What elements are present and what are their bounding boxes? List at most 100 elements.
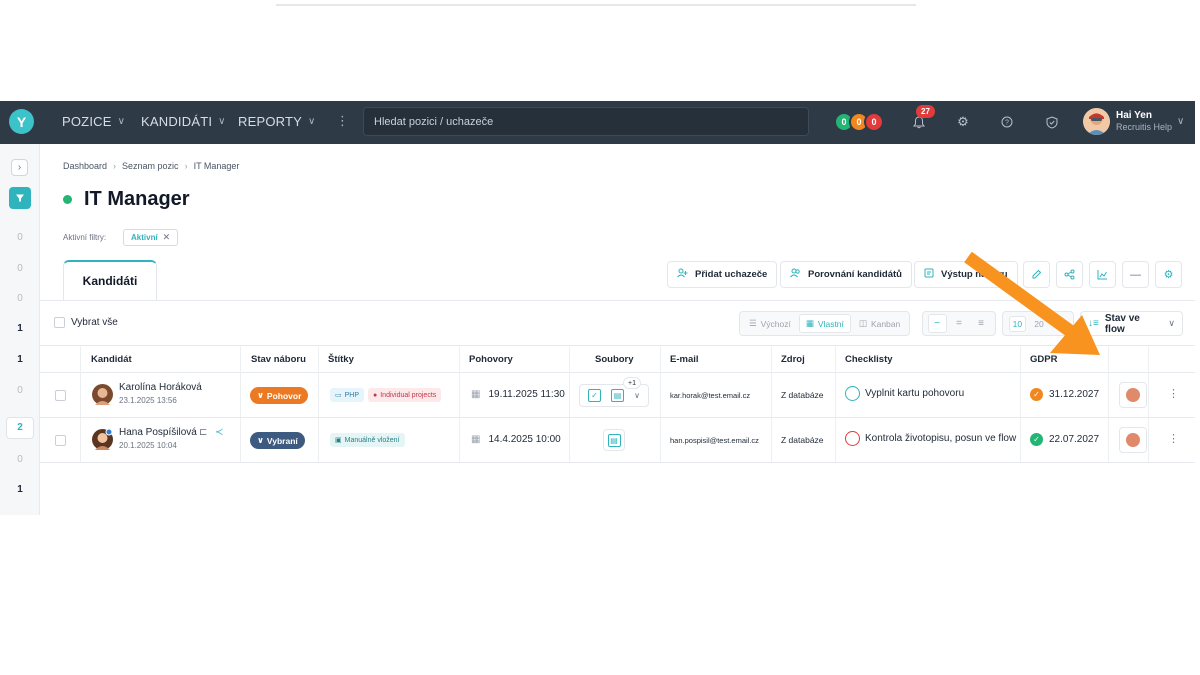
rail-count[interactable]: 1 bbox=[0, 484, 40, 495]
interview-date[interactable]: ▦ 19.11.2025 11:30 bbox=[471, 389, 565, 400]
close-icon[interactable]: ✕ bbox=[163, 232, 171, 243]
shield-icon[interactable] bbox=[1043, 113, 1061, 131]
file-icon[interactable]: ▤ bbox=[603, 429, 625, 451]
settings-gear-icon[interactable]: ⚙ bbox=[1155, 261, 1182, 288]
more-options-icon[interactable]: ⋮ bbox=[1168, 432, 1179, 445]
search-input[interactable] bbox=[363, 107, 809, 136]
row-checkbox[interactable] bbox=[55, 390, 66, 401]
email[interactable]: kar.horak@test.email.cz bbox=[670, 391, 750, 400]
tag[interactable]: ▭ PHP bbox=[330, 388, 365, 402]
user-role: Recruitis Help bbox=[1116, 122, 1173, 132]
breadcrumb-positions[interactable]: Seznam pozic bbox=[122, 161, 179, 171]
tag[interactable]: ● Individual projects bbox=[368, 388, 442, 402]
breadcrumb-dashboard[interactable]: Dashboard bbox=[63, 161, 107, 171]
checklist-circle-icon[interactable] bbox=[845, 431, 860, 446]
column-header[interactable]: Checklisty bbox=[845, 354, 893, 365]
status-badge[interactable]: ∨ Pohovor bbox=[250, 387, 309, 404]
user-name: Hai Yen bbox=[1116, 110, 1152, 121]
annotation-arrow-icon bbox=[964, 251, 1100, 355]
svg-text:?: ? bbox=[1005, 120, 1009, 127]
rail-count[interactable]: 1 bbox=[0, 323, 40, 334]
avatar[interactable] bbox=[92, 428, 113, 450]
gdpr[interactable]: ✓ 22.07.2027 bbox=[1030, 433, 1099, 446]
candidate-date: 23.1.2025 13:56 bbox=[119, 396, 177, 405]
gear-icon[interactable]: ⚙ bbox=[954, 113, 972, 131]
chevron-down-icon: ∨ bbox=[308, 116, 316, 127]
users-icon bbox=[790, 268, 801, 281]
gdpr[interactable]: ✓ 31.12.2027 bbox=[1030, 388, 1099, 401]
column-header[interactable]: Štítky bbox=[328, 354, 354, 365]
help-icon[interactable]: ? bbox=[998, 113, 1016, 131]
column-header[interactable]: Kandidát bbox=[91, 354, 132, 365]
rail-count[interactable]: 1 bbox=[0, 354, 40, 365]
interview-date[interactable]: ▦ 14.4.2025 10:00 bbox=[471, 434, 561, 445]
rail-count: 0 bbox=[17, 232, 23, 243]
view-kanban[interactable]: ◫ Kanban bbox=[853, 314, 906, 333]
filter-icon[interactable] bbox=[9, 187, 31, 209]
chevron-down-icon[interactable]: ∨ bbox=[1177, 116, 1184, 127]
source: Z databáze bbox=[781, 435, 824, 445]
density-compact-icon[interactable]: − bbox=[927, 314, 947, 333]
status-badge[interactable]: ∨ Vybraní bbox=[250, 432, 305, 449]
breadcrumb: Dashboard › Seznam pozic › IT Manager bbox=[63, 161, 239, 171]
column-header[interactable]: Pohovory bbox=[469, 354, 513, 365]
candidate-name[interactable]: Karolína Horáková bbox=[119, 382, 202, 393]
checklist-circle-icon[interactable] bbox=[845, 386, 860, 401]
column-header[interactable]: Zdroj bbox=[781, 354, 805, 365]
row-checkbox[interactable] bbox=[55, 435, 66, 446]
counters[interactable]: 0 0 0 bbox=[834, 112, 884, 132]
rail-count-active[interactable]: 2 bbox=[6, 417, 34, 439]
tag[interactable]: ▣ Manuálně vložení bbox=[330, 433, 405, 447]
file-check-icon[interactable]: ✓ bbox=[588, 389, 602, 402]
column-header[interactable]: Soubory bbox=[595, 354, 634, 365]
top-divider bbox=[276, 4, 916, 6]
left-rail: › 0 0 0 1 1 0 2 0 1 bbox=[0, 144, 40, 515]
add-candidate-button[interactable]: Přidat uchazeče bbox=[667, 261, 778, 288]
recruiter-avatar[interactable] bbox=[1119, 427, 1147, 453]
user-avatar[interactable] bbox=[1083, 108, 1110, 135]
avatar-icon bbox=[1126, 388, 1140, 402]
nav-pozice[interactable]: POZICE ∨ bbox=[62, 114, 125, 129]
rail-count: 0 bbox=[17, 293, 23, 304]
chevron-down-icon: ∨ bbox=[1168, 318, 1175, 328]
recruiter-avatar[interactable] bbox=[1119, 382, 1147, 408]
file-icon[interactable]: ▤ bbox=[611, 389, 625, 402]
table-row[interactable]: Karolína Horáková 23.1.2025 13:56 ∨ Poho… bbox=[40, 373, 1195, 418]
app-logo-icon[interactable]: Y bbox=[9, 109, 34, 134]
filter-chip[interactable]: Aktivní ✕ bbox=[123, 229, 179, 246]
hierarchy-icon[interactable]: ⊏ bbox=[199, 427, 207, 438]
chevron-down-icon: ∨ bbox=[117, 116, 126, 127]
more-options-icon[interactable]: ⋮ bbox=[1168, 387, 1179, 400]
column-header[interactable]: E-mail bbox=[670, 354, 699, 365]
select-all[interactable]: Vybrat vše bbox=[54, 317, 118, 328]
chevron-down-icon[interactable]: ∨ bbox=[634, 391, 640, 400]
compare-candidates-button[interactable]: Porovnání kandidátů bbox=[780, 261, 912, 288]
table-row[interactable]: Hana Pospíšilová ⊏ ≺ 20.1.2025 10:04 ∨ V… bbox=[40, 418, 1195, 463]
share-icon[interactable]: ≺ bbox=[215, 427, 223, 438]
checkbox[interactable] bbox=[54, 317, 65, 328]
candidate-name[interactable]: Hana Pospíšilová bbox=[119, 427, 197, 438]
checklist[interactable]: Vyplnit kartu pohovoru bbox=[845, 386, 964, 401]
view-default[interactable]: ☰ Výchozí bbox=[743, 314, 797, 333]
email[interactable]: han.pospisil@test.email.cz bbox=[670, 436, 759, 445]
monitor-icon: ▭ bbox=[335, 392, 342, 399]
candidate-date: 20.1.2025 10:04 bbox=[119, 441, 177, 450]
chevron-down-icon: ∨ bbox=[218, 116, 226, 127]
avatar-icon bbox=[1126, 433, 1140, 447]
person-icon: ● bbox=[373, 391, 378, 399]
expand-icon[interactable]: › bbox=[11, 159, 28, 176]
document-icon: ▤ bbox=[607, 433, 621, 447]
avatar[interactable] bbox=[92, 384, 113, 405]
more-icon[interactable]: ⋮ bbox=[336, 113, 349, 129]
page-header: IT Manager bbox=[63, 188, 190, 211]
tab-candidates[interactable]: Kandidáti bbox=[63, 260, 157, 300]
chevron-right-icon: › bbox=[184, 161, 188, 171]
nav-kandidati[interactable]: KANDIDÁTI ∨ bbox=[141, 114, 226, 129]
rail-count: 0 bbox=[17, 385, 23, 396]
minus-icon[interactable]: — bbox=[1122, 261, 1149, 288]
nav-reporty[interactable]: REPORTY ∨ bbox=[238, 114, 316, 129]
column-header[interactable]: Stav náboru bbox=[251, 354, 306, 365]
checklist[interactable]: Kontrola životopisu, posun ve flow bbox=[845, 431, 1016, 446]
document-icon bbox=[924, 268, 934, 281]
view-custom[interactable]: ▦ Vlastní bbox=[798, 314, 851, 333]
